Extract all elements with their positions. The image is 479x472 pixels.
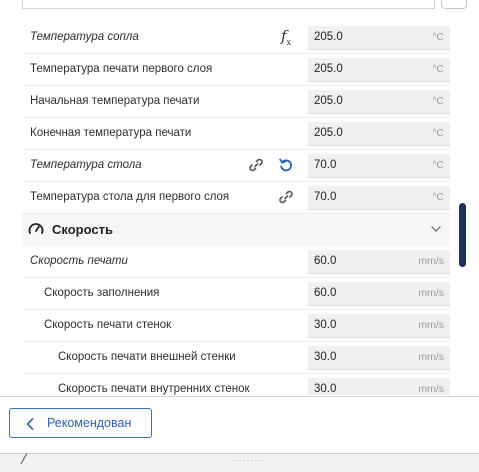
setting-value-field[interactable]: 30.0 mm/s xyxy=(308,314,450,338)
resize-handle-icon xyxy=(20,453,28,464)
setting-unit: °C xyxy=(432,127,444,139)
setting-unit: mm/s xyxy=(418,351,444,363)
setting-value-field[interactable]: 205.0 °C xyxy=(308,90,450,114)
reset-icon[interactable] xyxy=(276,155,296,175)
setting-label: Скорость печати внешней стенки xyxy=(58,351,236,363)
setting-unit: °C xyxy=(432,159,444,171)
setting-value: 30.0 xyxy=(314,383,337,395)
setting-row-initial-temp: Начальная температура печати 205.0 °C xyxy=(22,86,450,118)
setting-row-print-speed: Скорость печати 60.0 mm/s xyxy=(22,246,450,278)
menu-button[interactable] xyxy=(441,0,467,9)
setting-row-infill-speed: Скорость заполнения 60.0 mm/s xyxy=(22,278,450,310)
speedometer-icon xyxy=(26,219,46,239)
setting-value-field[interactable]: 205.0 °C xyxy=(308,58,450,82)
setting-value-field[interactable]: 60.0 mm/s xyxy=(308,250,450,274)
setting-row-first-layer-temp: Температура печати первого слоя 205.0 °C xyxy=(22,54,450,86)
setting-value-field[interactable]: 30.0 mm/s xyxy=(308,346,450,370)
setting-row-first-layer-bed-temp: Температура стола для первого слоя 70.0 … xyxy=(22,182,450,214)
link-icon[interactable] xyxy=(246,155,266,175)
function-icon[interactable]: fx xyxy=(276,27,296,47)
setting-value: 205.0 xyxy=(314,31,343,43)
setting-value-field[interactable]: 205.0 °C xyxy=(308,26,450,50)
setting-value-field[interactable]: 70.0 °C xyxy=(308,154,450,178)
setting-value-field[interactable]: 60.0 mm/s xyxy=(308,282,450,306)
setting-label: Начальная температура печати xyxy=(30,95,200,107)
setting-value-field[interactable]: 30.0 mm/s xyxy=(308,378,450,395)
setting-unit: mm/s xyxy=(418,319,444,331)
setting-value: 205.0 xyxy=(314,63,343,75)
setting-unit: mm/s xyxy=(418,383,444,395)
settings-list[interactable]: Температура сопла fx 205.0 °C Температур… xyxy=(0,12,479,395)
setting-row-bed-temp: Температура стола 70.0 °C xyxy=(22,150,450,182)
setting-value: 205.0 xyxy=(314,127,343,139)
footer-bar: Рекомендован ········· xyxy=(0,396,479,472)
setting-row-wall-speed: Скорость печати стенок 30.0 mm/s xyxy=(22,310,450,342)
recommended-label: Рекомендован xyxy=(47,416,132,430)
setting-label: Скорость печати xyxy=(30,255,128,267)
section-title: Скорость xyxy=(52,222,113,237)
setting-label: Скорость печати стенок xyxy=(44,319,172,331)
setting-unit: °C xyxy=(432,63,444,75)
recommended-button[interactable]: Рекомендован xyxy=(9,408,152,438)
section-header-speed[interactable]: Скорость xyxy=(22,214,450,246)
scrollbar-thumb[interactable] xyxy=(459,203,466,267)
setting-row-outer-wall-speed: Скорость печати внешней стенки 30.0 mm/s xyxy=(22,342,450,374)
setting-value: 60.0 xyxy=(314,255,337,267)
setting-value: 70.0 xyxy=(314,191,337,203)
setting-unit: °C xyxy=(432,191,444,203)
setting-row-inner-wall-speed: Скорость печати внутренних стенок 30.0 m… xyxy=(22,374,450,395)
setting-unit: mm/s xyxy=(418,287,444,299)
setting-label: Температура стола xyxy=(30,159,142,171)
chevron-left-icon xyxy=(26,418,34,433)
top-toolbar xyxy=(0,0,479,10)
chevron-down-icon[interactable] xyxy=(426,219,446,239)
setting-label: Скорость заполнения xyxy=(44,287,160,299)
setting-label: Скорость печати внутренних стенок xyxy=(58,383,250,395)
setting-value: 30.0 xyxy=(314,319,337,331)
setting-label: Температура сопла xyxy=(30,31,139,43)
setting-row-nozzle-temp: Температура сопла fx 205.0 °C xyxy=(22,22,450,54)
setting-label: Температура стола для первого слоя xyxy=(30,191,230,203)
setting-value: 60.0 xyxy=(314,287,337,299)
resize-strip[interactable]: ········· xyxy=(0,453,479,472)
setting-label: Конечная температура печати xyxy=(30,127,192,139)
setting-value-field[interactable]: 205.0 °C xyxy=(308,122,450,146)
setting-value: 205.0 xyxy=(314,95,343,107)
setting-unit: °C xyxy=(432,95,444,107)
link-icon[interactable] xyxy=(276,187,296,207)
setting-unit: mm/s xyxy=(418,255,444,267)
setting-unit: °C xyxy=(432,31,444,43)
grip-icon: ········· xyxy=(232,456,265,465)
setting-value-field[interactable]: 70.0 °C xyxy=(308,186,450,210)
setting-value: 70.0 xyxy=(314,159,337,171)
setting-label: Температура печати первого слоя xyxy=(30,63,213,75)
setting-row-final-temp: Конечная температура печати 205.0 °C xyxy=(22,118,450,150)
setting-value: 30.0 xyxy=(314,351,337,363)
profile-selector[interactable] xyxy=(22,0,435,9)
